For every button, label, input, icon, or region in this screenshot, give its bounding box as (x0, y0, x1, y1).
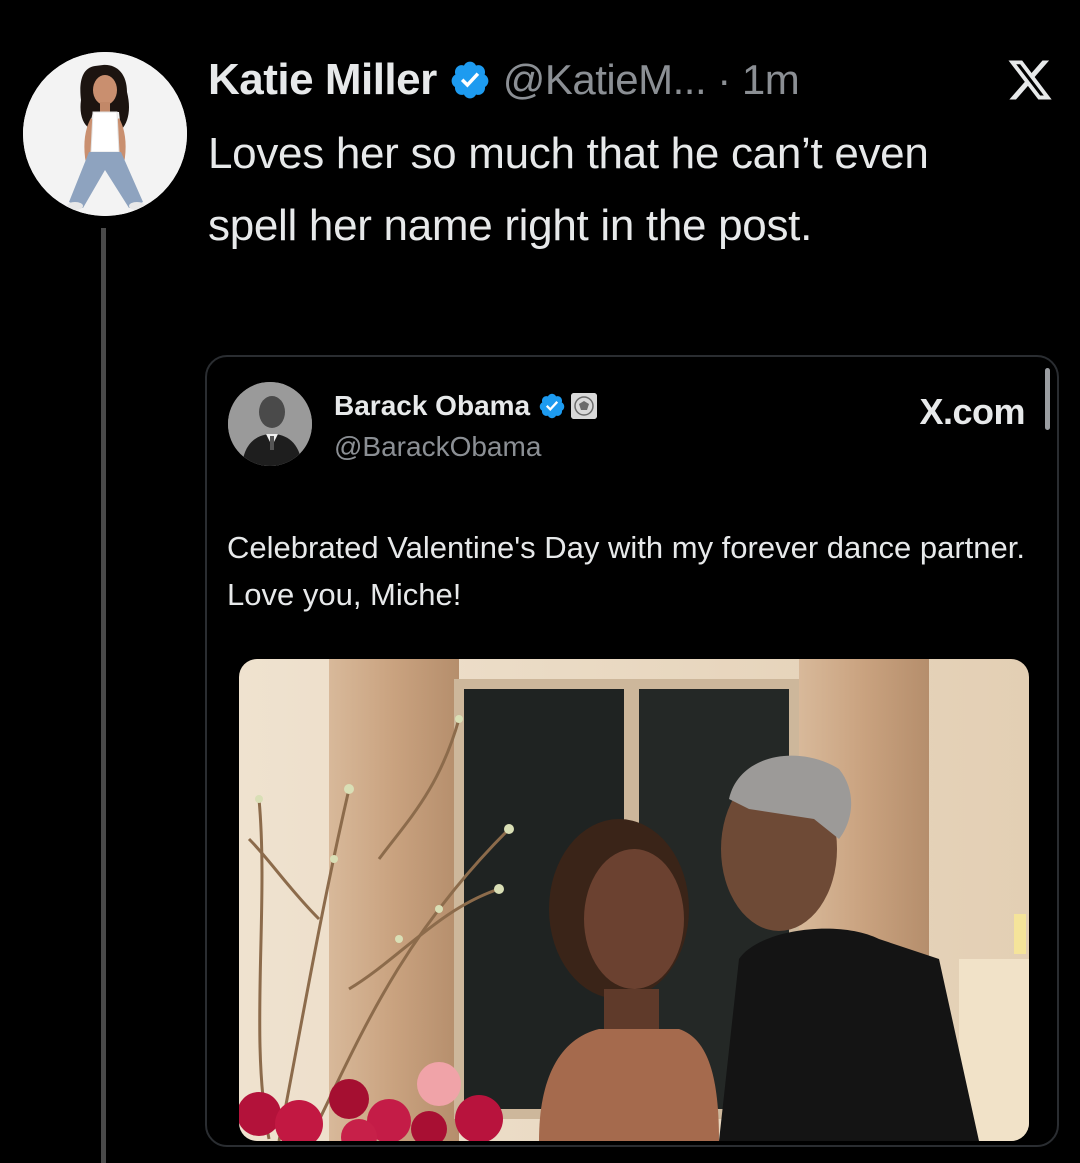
verified-badge-icon (539, 393, 565, 419)
card-scrollbar[interactable] (1045, 368, 1050, 430)
quoted-header: Barack Obama (334, 390, 598, 422)
quoted-author-handle[interactable]: @BarackObama (334, 431, 541, 463)
quoted-author-name[interactable]: Barack Obama (334, 390, 530, 422)
government-seal-icon (571, 393, 598, 419)
screenshot-root: Katie Miller @KatieM... · 1m Loves her s… (0, 0, 1080, 1163)
tweet-text: Loves her so much that he can’t even spe… (208, 129, 929, 250)
quoted-tweet-text: Celebrated Valentine's Day with my forev… (227, 530, 1025, 612)
author-name[interactable]: Katie Miller (208, 55, 437, 105)
quoted-author-avatar[interactable] (228, 382, 312, 466)
quoted-tweet-photo[interactable] (239, 659, 1029, 1141)
tweet-header: Katie Miller @KatieM... · 1m (208, 50, 800, 110)
author-avatar[interactable] (23, 52, 187, 216)
thread-line (101, 228, 106, 1163)
author-avatar-image (23, 52, 187, 216)
quoted-author-avatar-image (228, 382, 312, 466)
author-handle-time[interactable]: @KatieM... · 1m (503, 56, 800, 104)
x-logo-icon[interactable] (1006, 56, 1054, 104)
source-site-label: X.com (919, 391, 1025, 432)
quoted-tweet-card[interactable]: Barack Obama @BarackObama X.com Celebrat… (205, 355, 1059, 1147)
verified-badge-icon (451, 61, 489, 99)
couple-photo-image (239, 659, 1029, 1141)
